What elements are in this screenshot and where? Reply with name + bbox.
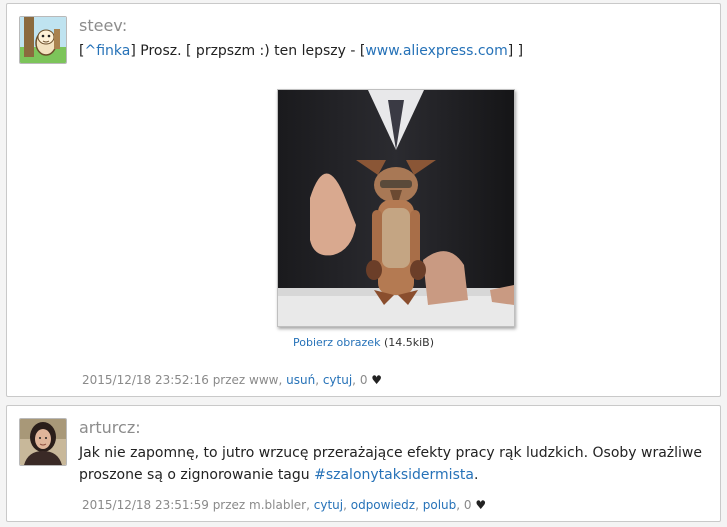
author-username[interactable]: steev: [79, 16, 122, 35]
reply-link[interactable]: odpowiedz: [351, 498, 415, 512]
like-link[interactable]: polub: [423, 498, 457, 512]
author-name[interactable]: arturcz:: [79, 418, 141, 437]
timestamp: 2015/12/18 23:51:59: [82, 498, 209, 512]
download-info: Pobierz obrazek (14.5kiB): [7, 336, 720, 349]
vote-count: 0: [359, 373, 368, 387]
author-meta: przez m.blabler,: [208, 498, 314, 512]
entry-body: [^finka] Prosz. [ przpszm :) ten lepszy …: [79, 40, 523, 62]
entry-meta: 2015/12/18 23:52:16 przez www, usuń, cyt…: [82, 373, 382, 387]
fox-plush-photo-icon: [278, 90, 514, 326]
body-text: Prosz. [ przpszm :) ten lepszy - [: [135, 43, 366, 59]
cartoon-avatar-icon: [20, 17, 66, 63]
heart-icon[interactable]: ♥: [475, 498, 486, 512]
quote-link[interactable]: cytuj: [314, 498, 343, 512]
separator: ,: [415, 498, 423, 512]
heart-icon[interactable]: ♥: [371, 373, 382, 387]
tag-link[interactable]: #szalonytaksidermista: [314, 467, 474, 483]
entry-steev: steev: [^finka] Prosz. [ przpszm :) ten …: [6, 3, 721, 397]
timestamp: 2015/12/18 23:52:16: [82, 373, 209, 387]
mention-link[interactable]: ^finka: [84, 43, 130, 59]
author-meta: przez www,: [208, 373, 287, 387]
external-link[interactable]: www.aliexpress.com: [365, 43, 507, 59]
image-size: (14.5kiB): [380, 336, 434, 349]
avatar[interactable]: [19, 16, 67, 64]
body-text-end: ] ]: [507, 43, 524, 59]
entry-arturcz: arturcz: Jak nie zapomnę, to jutro wrzuc…: [6, 405, 721, 522]
author-name[interactable]: steev:: [79, 16, 127, 35]
entry-image[interactable]: [277, 89, 515, 327]
download-image-link[interactable]: Pobierz obrazek: [293, 336, 380, 349]
author-colon: :: [135, 418, 141, 437]
author-username[interactable]: arturcz: [79, 418, 135, 437]
entry-meta: 2015/12/18 23:51:59 przez m.blabler, cyt…: [82, 498, 486, 512]
separator: ,: [343, 498, 351, 512]
separator: ,: [456, 498, 464, 512]
separator: ,: [315, 373, 323, 387]
vote-count: 0: [463, 498, 472, 512]
entry-body: Jak nie zapomnę, to jutro wrzucę przeraż…: [79, 442, 704, 486]
body-text-end: .: [473, 467, 479, 483]
delete-link[interactable]: usuń: [286, 373, 315, 387]
author-colon: :: [121, 16, 128, 35]
avatar[interactable]: [19, 418, 67, 466]
separator: ,: [352, 373, 360, 387]
quote-link[interactable]: cytuj: [323, 373, 352, 387]
woman-avatar-icon: [20, 419, 66, 465]
